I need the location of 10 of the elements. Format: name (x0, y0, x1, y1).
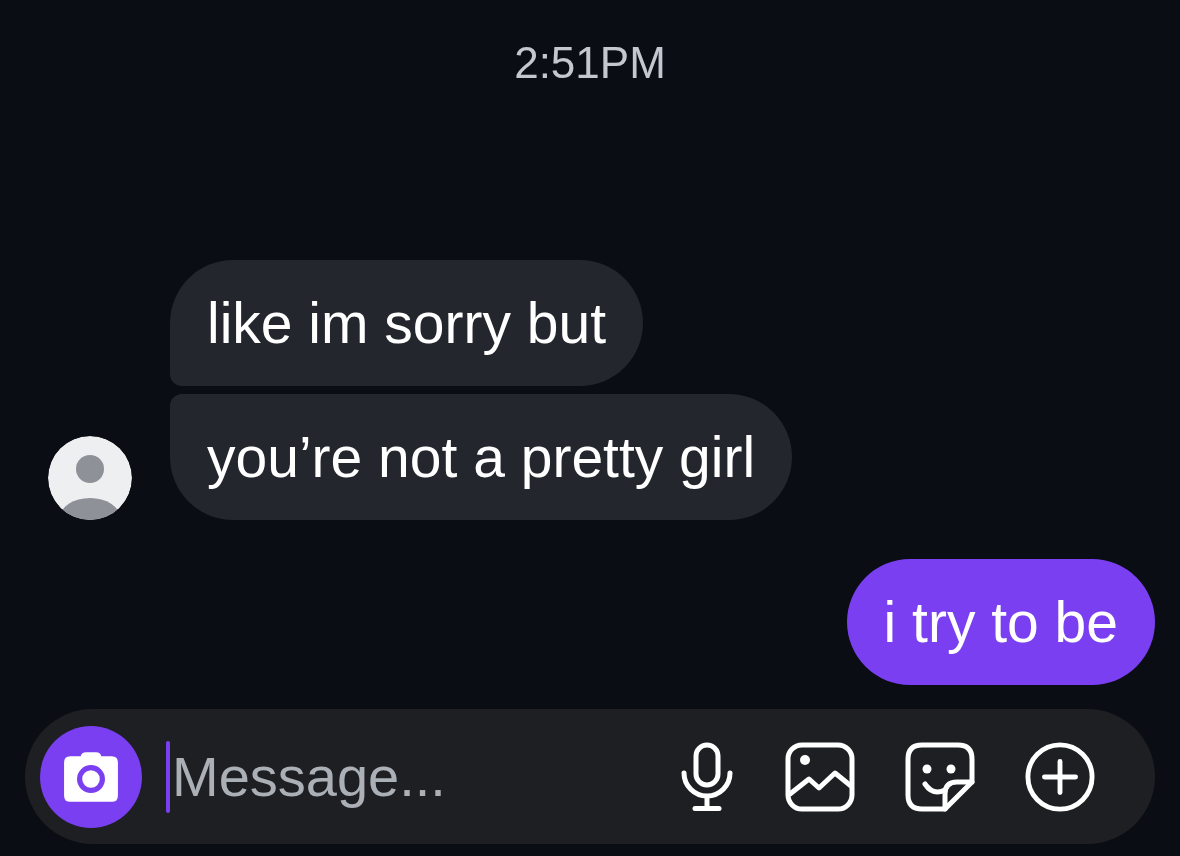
received-message: you’re not a pretty girl (170, 394, 793, 520)
camera-icon (62, 749, 120, 804)
received-message: like im sorry but (170, 260, 644, 386)
timestamp: 2:51PM (514, 37, 666, 89)
image-icon[interactable] (785, 741, 855, 812)
message-input[interactable]: Message... (172, 740, 679, 813)
sent-message: i try to be (846, 559, 1155, 685)
microphone-icon[interactable] (679, 741, 735, 812)
sticker-icon[interactable] (905, 741, 975, 812)
add-icon[interactable] (1025, 741, 1095, 812)
